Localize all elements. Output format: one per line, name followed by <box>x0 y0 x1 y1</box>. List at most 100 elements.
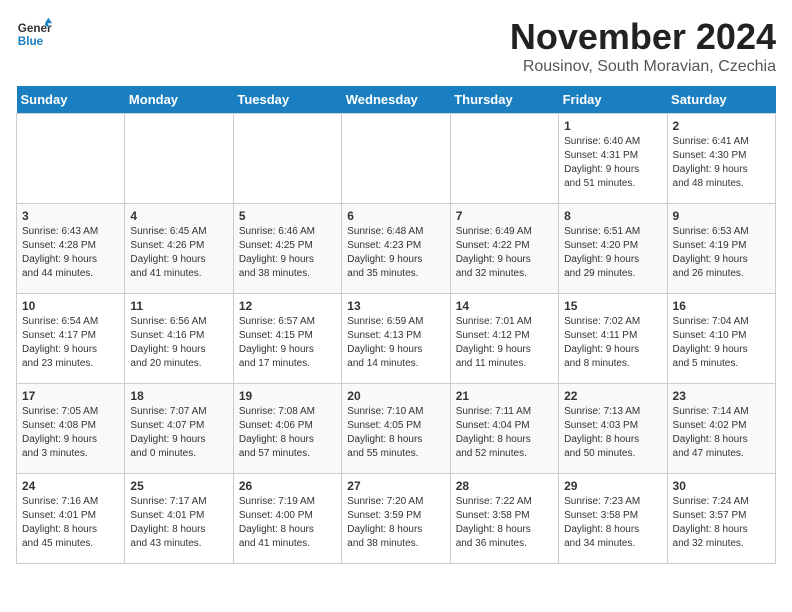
day-info: Sunrise: 7:20 AM Sunset: 3:59 PM Dayligh… <box>347 495 444 551</box>
svg-text:Blue: Blue <box>18 35 44 48</box>
day-info: Sunrise: 7:23 AM Sunset: 3:58 PM Dayligh… <box>564 495 661 551</box>
calendar-cell: 22 Sunrise: 7:13 AM Sunset: 4:03 PM Dayli… <box>559 384 667 474</box>
day-number: 18 <box>130 389 227 403</box>
calendar-cell: 3 Sunrise: 6:43 AM Sunset: 4:28 PM Daylig… <box>17 204 125 294</box>
day-number: 15 <box>564 299 661 313</box>
calendar-cell: 17 Sunrise: 7:05 AM Sunset: 4:08 PM Dayli… <box>17 384 125 474</box>
weekday-header-cell: Sunday <box>17 86 125 114</box>
day-number: 2 <box>673 119 770 133</box>
calendar-week-row: 3 Sunrise: 6:43 AM Sunset: 4:28 PM Daylig… <box>17 204 776 294</box>
day-info: Sunrise: 7:05 AM Sunset: 4:08 PM Dayligh… <box>22 405 119 461</box>
calendar-cell: 12 Sunrise: 6:57 AM Sunset: 4:15 PM Dayli… <box>233 294 341 384</box>
calendar-cell: 29 Sunrise: 7:23 AM Sunset: 3:58 PM Dayli… <box>559 474 667 564</box>
calendar-cell <box>342 114 450 204</box>
calendar-cell: 16 Sunrise: 7:04 AM Sunset: 4:10 PM Dayli… <box>667 294 775 384</box>
day-number: 17 <box>22 389 119 403</box>
calendar-cell: 9 Sunrise: 6:53 AM Sunset: 4:19 PM Daylig… <box>667 204 775 294</box>
day-number: 16 <box>673 299 770 313</box>
calendar-cell: 26 Sunrise: 7:19 AM Sunset: 4:00 PM Dayli… <box>233 474 341 564</box>
day-info: Sunrise: 7:10 AM Sunset: 4:05 PM Dayligh… <box>347 405 444 461</box>
calendar-cell: 7 Sunrise: 6:49 AM Sunset: 4:22 PM Daylig… <box>450 204 558 294</box>
day-info: Sunrise: 7:07 AM Sunset: 4:07 PM Dayligh… <box>130 405 227 461</box>
weekday-header-cell: Monday <box>125 86 233 114</box>
weekday-header-row: SundayMondayTuesdayWednesdayThursdayFrid… <box>17 86 776 114</box>
calendar-table: SundayMondayTuesdayWednesdayThursdayFrid… <box>16 86 776 564</box>
day-number: 9 <box>673 209 770 223</box>
calendar-cell: 25 Sunrise: 7:17 AM Sunset: 4:01 PM Dayli… <box>125 474 233 564</box>
day-number: 6 <box>347 209 444 223</box>
day-info: Sunrise: 7:16 AM Sunset: 4:01 PM Dayligh… <box>22 495 119 551</box>
calendar-cell <box>233 114 341 204</box>
calendar-cell <box>125 114 233 204</box>
calendar-cell: 28Sunrise: 7:22 AM Sunset: 3:58 PM Dayli… <box>450 474 558 564</box>
day-number: 25 <box>130 479 227 493</box>
calendar-cell: 5Sunrise: 6:46 AM Sunset: 4:25 PM Daylig… <box>233 204 341 294</box>
day-number: 24 <box>22 479 119 493</box>
day-number: 22 <box>564 389 661 403</box>
day-info: Sunrise: 7:14 AM Sunset: 4:02 PM Dayligh… <box>673 405 770 461</box>
day-info: Sunrise: 6:43 AM Sunset: 4:28 PM Dayligh… <box>22 225 119 281</box>
calendar-cell: 21Sunrise: 7:11 AM Sunset: 4:04 PM Dayli… <box>450 384 558 474</box>
day-info: Sunrise: 7:02 AM Sunset: 4:11 PM Dayligh… <box>564 315 661 371</box>
day-info: Sunrise: 7:22 AM Sunset: 3:58 PM Dayligh… <box>456 495 553 551</box>
day-number: 21 <box>456 389 553 403</box>
day-number: 30 <box>673 479 770 493</box>
day-number: 1 <box>564 119 661 133</box>
day-info: Sunrise: 6:54 AM Sunset: 4:17 PM Dayligh… <box>22 315 119 371</box>
day-info: Sunrise: 6:53 AM Sunset: 4:19 PM Dayligh… <box>673 225 770 281</box>
day-number: 7 <box>456 209 553 223</box>
day-info: Sunrise: 7:08 AM Sunset: 4:06 PM Dayligh… <box>239 405 336 461</box>
calendar-cell: 27 Sunrise: 7:20 AM Sunset: 3:59 PM Dayli… <box>342 474 450 564</box>
day-info: Sunrise: 7:17 AM Sunset: 4:01 PM Dayligh… <box>130 495 227 551</box>
logo: General Blue <box>16 16 52 52</box>
day-info: Sunrise: 7:19 AM Sunset: 4:00 PM Dayligh… <box>239 495 336 551</box>
calendar-week-row: 17 Sunrise: 7:05 AM Sunset: 4:08 PM Dayli… <box>17 384 776 474</box>
day-number: 10 <box>22 299 119 313</box>
day-info: Sunrise: 7:24 AM Sunset: 3:57 PM Dayligh… <box>673 495 770 551</box>
day-number: 27 <box>347 479 444 493</box>
calendar-cell: 15 Sunrise: 7:02 AM Sunset: 4:11 PM Dayli… <box>559 294 667 384</box>
calendar-week-row: 24 Sunrise: 7:16 AM Sunset: 4:01 PM Dayli… <box>17 474 776 564</box>
day-number: 26 <box>239 479 336 493</box>
weekday-header-cell: Tuesday <box>233 86 341 114</box>
day-number: 20 <box>347 389 444 403</box>
day-info: Sunrise: 6:51 AM Sunset: 4:20 PM Dayligh… <box>564 225 661 281</box>
weekday-header-cell: Wednesday <box>342 86 450 114</box>
day-info: Sunrise: 6:57 AM Sunset: 4:15 PM Dayligh… <box>239 315 336 371</box>
calendar-cell: 11Sunrise: 6:56 AM Sunset: 4:16 PM Dayli… <box>125 294 233 384</box>
day-number: 23 <box>673 389 770 403</box>
day-info: Sunrise: 6:59 AM Sunset: 4:13 PM Dayligh… <box>347 315 444 371</box>
day-number: 14 <box>456 299 553 313</box>
location: Rousinov, South Moravian, Czechia <box>510 58 776 76</box>
day-number: 12 <box>239 299 336 313</box>
day-info: Sunrise: 6:46 AM Sunset: 4:25 PM Dayligh… <box>239 225 336 281</box>
calendar-cell: 23 Sunrise: 7:14 AM Sunset: 4:02 PM Dayli… <box>667 384 775 474</box>
calendar-cell: 8 Sunrise: 6:51 AM Sunset: 4:20 PM Daylig… <box>559 204 667 294</box>
calendar-cell: 2 Sunrise: 6:41 AM Sunset: 4:30 PM Daylig… <box>667 114 775 204</box>
day-info: Sunrise: 6:45 AM Sunset: 4:26 PM Dayligh… <box>130 225 227 281</box>
day-number: 29 <box>564 479 661 493</box>
day-number: 3 <box>22 209 119 223</box>
day-info: Sunrise: 7:13 AM Sunset: 4:03 PM Dayligh… <box>564 405 661 461</box>
day-info: Sunrise: 6:49 AM Sunset: 4:22 PM Dayligh… <box>456 225 553 281</box>
calendar-cell: 13Sunrise: 6:59 AM Sunset: 4:13 PM Dayli… <box>342 294 450 384</box>
day-info: Sunrise: 6:41 AM Sunset: 4:30 PM Dayligh… <box>673 135 770 191</box>
day-info: Sunrise: 6:56 AM Sunset: 4:16 PM Dayligh… <box>130 315 227 371</box>
day-number: 19 <box>239 389 336 403</box>
day-info: Sunrise: 7:04 AM Sunset: 4:10 PM Dayligh… <box>673 315 770 371</box>
calendar-cell <box>17 114 125 204</box>
calendar-week-row: 1Sunrise: 6:40 AM Sunset: 4:31 PM Daylig… <box>17 114 776 204</box>
weekday-header-cell: Thursday <box>450 86 558 114</box>
header: General Blue November 2024 Rousinov, Sou… <box>16 16 776 76</box>
calendar-cell: 6Sunrise: 6:48 AM Sunset: 4:23 PM Daylig… <box>342 204 450 294</box>
logo-icon: General Blue <box>16 16 52 52</box>
calendar-cell: 19 Sunrise: 7:08 AM Sunset: 4:06 PM Dayli… <box>233 384 341 474</box>
calendar-cell: 14Sunrise: 7:01 AM Sunset: 4:12 PM Dayli… <box>450 294 558 384</box>
weekday-header-cell: Saturday <box>667 86 775 114</box>
calendar-cell: 10 Sunrise: 6:54 AM Sunset: 4:17 PM Dayli… <box>17 294 125 384</box>
calendar-cell: 18 Sunrise: 7:07 AM Sunset: 4:07 PM Dayli… <box>125 384 233 474</box>
calendar-cell: 20 Sunrise: 7:10 AM Sunset: 4:05 PM Dayli… <box>342 384 450 474</box>
day-number: 8 <box>564 209 661 223</box>
calendar-cell: 30 Sunrise: 7:24 AM Sunset: 3:57 PM Dayli… <box>667 474 775 564</box>
weekday-header-cell: Friday <box>559 86 667 114</box>
